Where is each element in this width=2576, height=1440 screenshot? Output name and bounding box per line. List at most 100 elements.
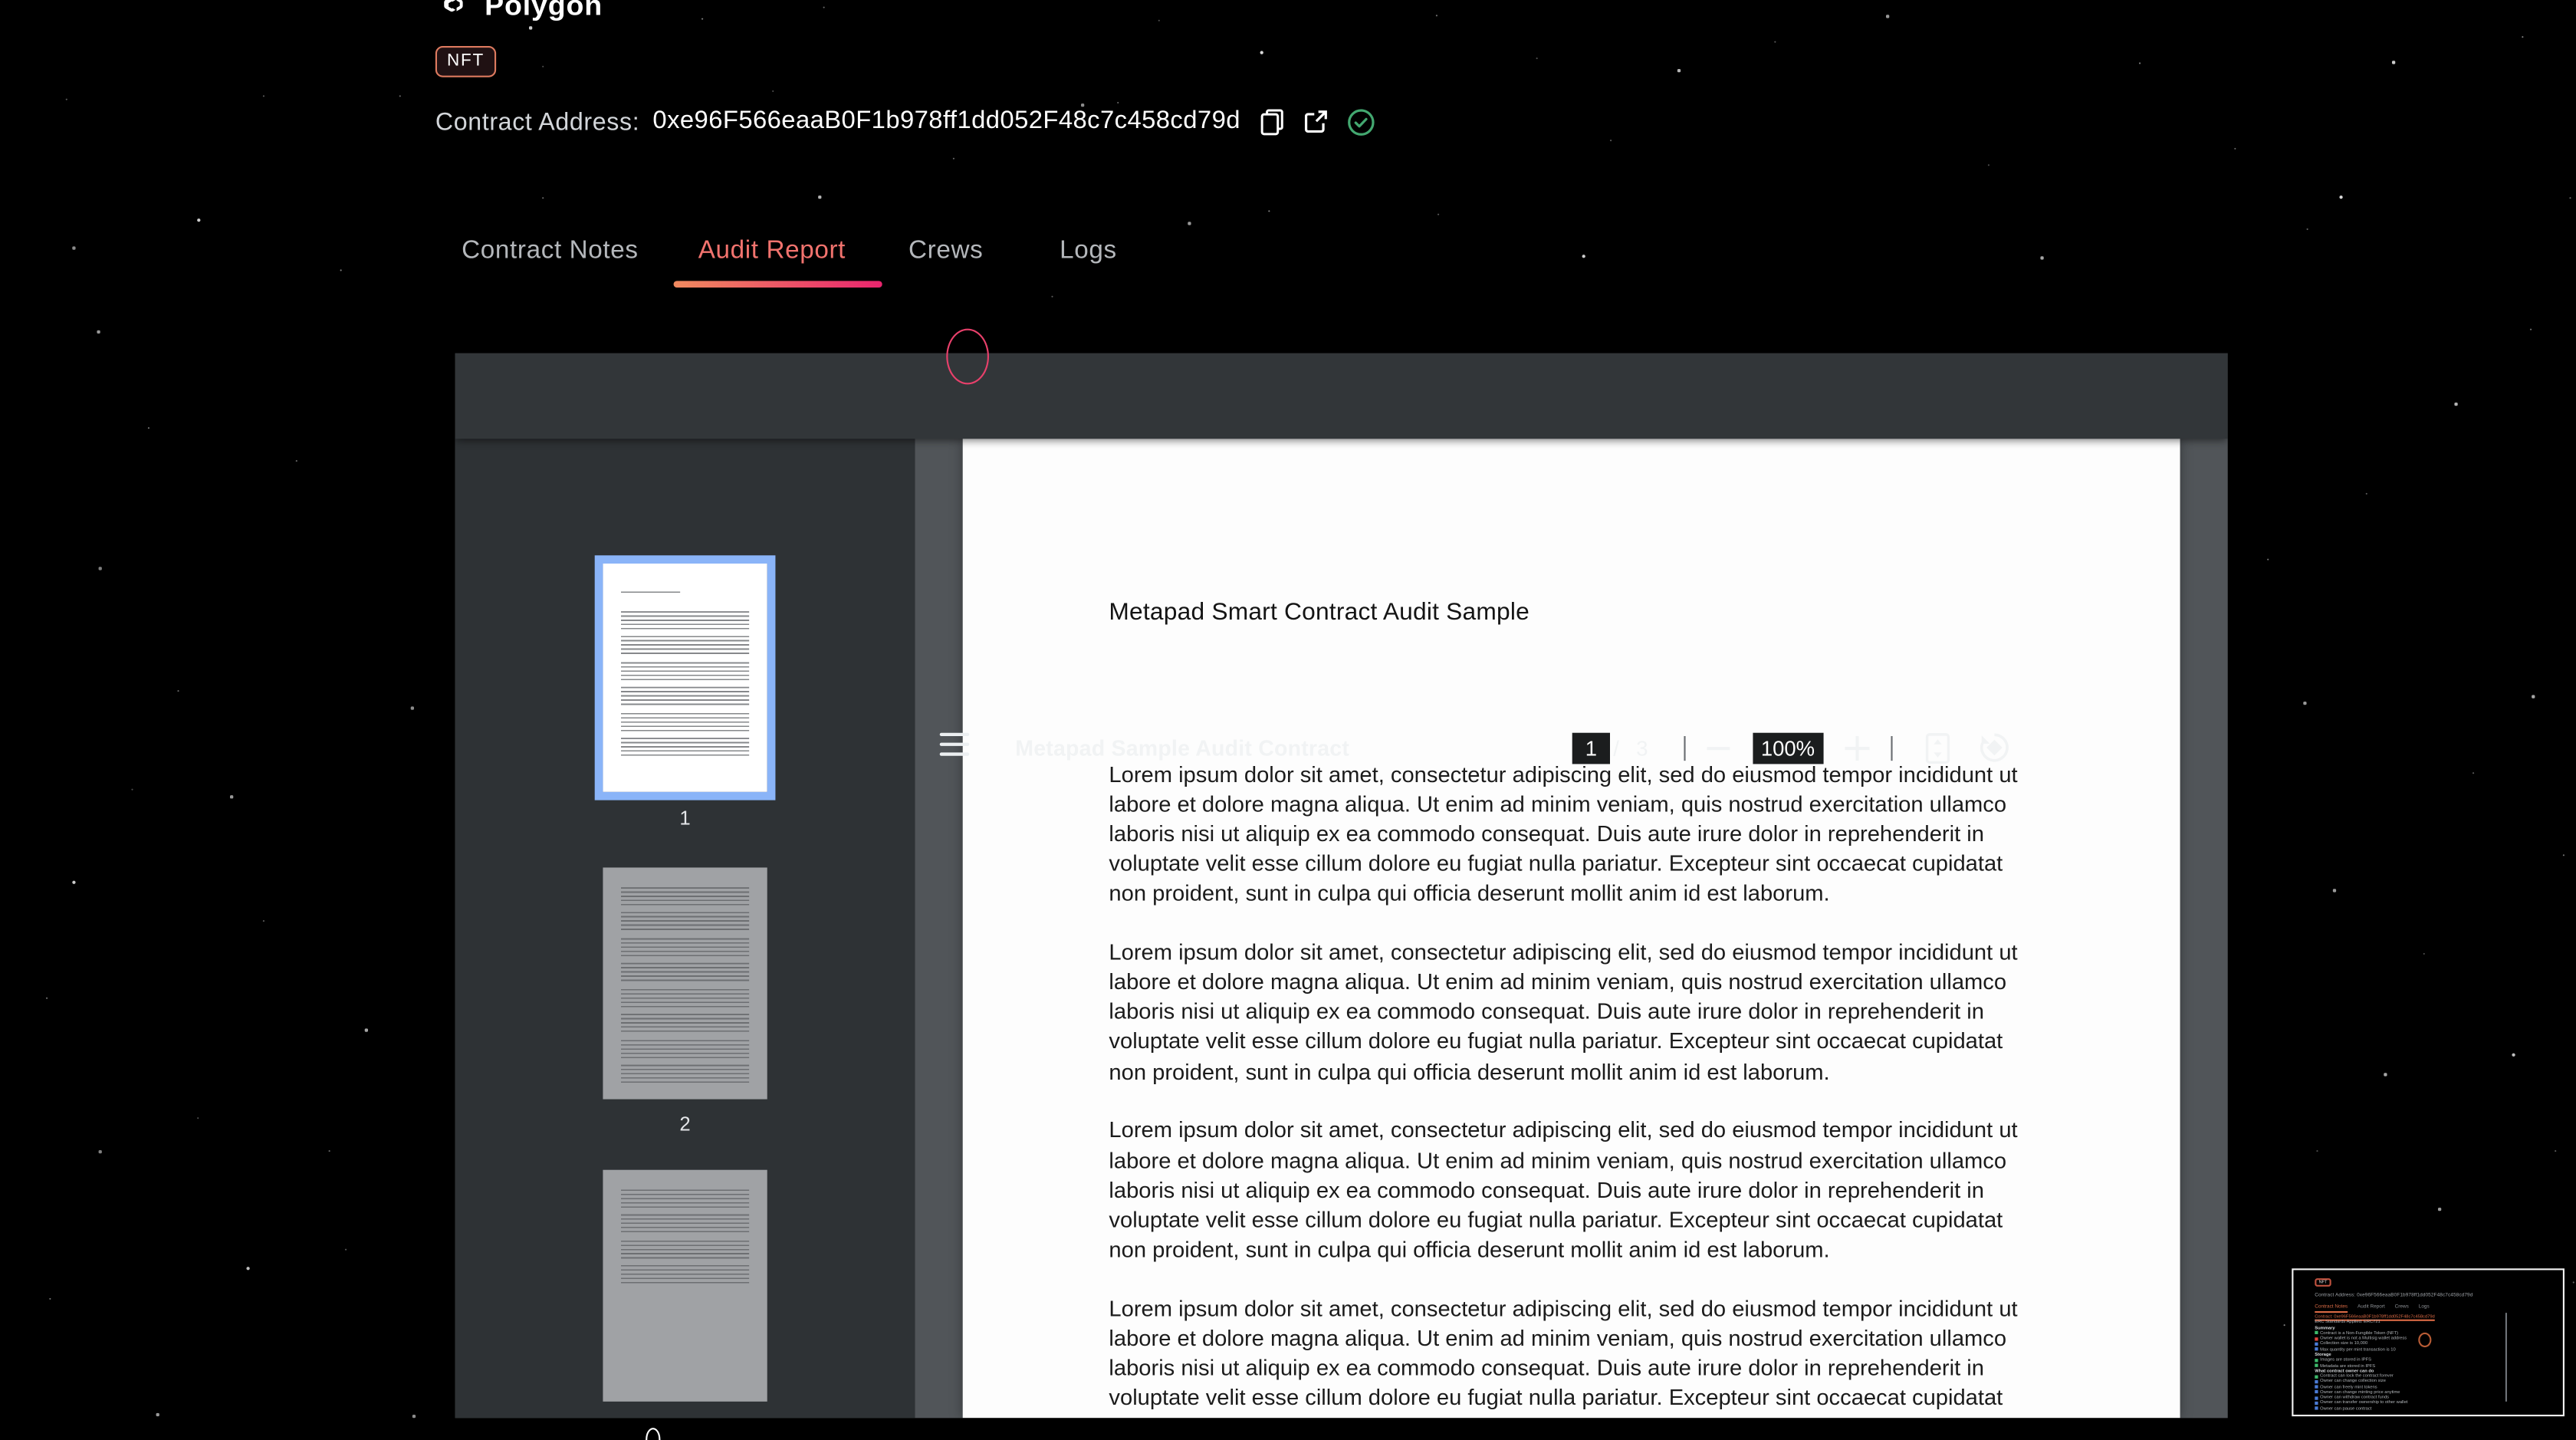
paragraph: Lorem ipsum dolor sit amet, consectetur … xyxy=(1109,1296,2018,1419)
star xyxy=(399,95,401,97)
document-title: Metapad Smart Contract Audit Sample xyxy=(1109,599,1530,626)
star xyxy=(197,218,201,222)
star xyxy=(2569,197,2571,199)
page: Polygon NFT Contract Address: 0xe96F566e… xyxy=(0,0,2576,1440)
star xyxy=(2384,1073,2387,1076)
star xyxy=(131,788,133,791)
minimap-tabs: Contract Notes Audit Report Crews Logs xyxy=(2315,1303,2430,1313)
pdf-title: Metapad Sample Audit Contract xyxy=(1015,735,1350,761)
star xyxy=(1774,41,1776,43)
minimap-row: Owner can change collection size xyxy=(2315,1379,2434,1384)
star xyxy=(1117,101,1119,104)
star xyxy=(2391,61,2395,64)
star xyxy=(177,689,179,692)
network-row: Polygon xyxy=(435,0,603,25)
thumbnail-page-1[interactable] xyxy=(594,554,776,800)
contract-address-label: Contract Address: xyxy=(435,107,640,136)
minimap-bullet xyxy=(2315,1396,2318,1399)
network-name: Polygon xyxy=(485,0,603,21)
tab-contract-notes[interactable]: Contract Notes xyxy=(462,237,698,267)
tab-logs[interactable]: Logs xyxy=(1060,237,1158,267)
zoom-out-icon[interactable] xyxy=(1707,745,1730,750)
annotation-circle-pink xyxy=(946,327,989,384)
external-link-icon[interactable] xyxy=(1303,108,1329,134)
star xyxy=(1609,140,1612,142)
page-total: 3 xyxy=(1636,735,1648,761)
minimap-bullet xyxy=(2315,1401,2318,1405)
star xyxy=(65,98,67,100)
toolbar-divider xyxy=(1891,735,1893,761)
minimap-preview[interactable]: NFT Contract Address: 0xe96F566eaaB0F1b9… xyxy=(2292,1267,2564,1416)
star xyxy=(818,195,821,199)
star xyxy=(2283,1324,2285,1327)
minimap-row: Owner can transfer ownership to other wa… xyxy=(2315,1400,2434,1405)
thumbnail-label-1: 1 xyxy=(679,806,691,830)
menu-icon[interactable] xyxy=(939,732,970,755)
star xyxy=(542,197,544,199)
paragraph: Lorem ipsum dolor sit amet, consectetur … xyxy=(1109,761,2018,906)
minimap-bullet xyxy=(2315,1342,2318,1346)
minimap-bullet xyxy=(2315,1385,2318,1389)
zoom-in-icon[interactable] xyxy=(1845,735,1870,761)
minimap-row: Owner can change minting price anytime xyxy=(2315,1389,2434,1395)
star xyxy=(2555,1149,2557,1152)
page-number-input[interactable]: 1 xyxy=(1572,732,1610,764)
tab-audit-report[interactable]: Audit Report xyxy=(698,237,909,267)
star xyxy=(2472,772,2475,774)
star xyxy=(246,1267,250,1271)
star xyxy=(2522,36,2524,38)
minimap-bullet xyxy=(2315,1358,2318,1362)
zoom-level[interactable]: 100% xyxy=(1753,732,1823,764)
star xyxy=(229,795,233,798)
thumbnail-label-2: 2 xyxy=(679,1111,691,1135)
copy-icon[interactable] xyxy=(1260,107,1285,135)
star xyxy=(952,157,955,159)
star xyxy=(97,330,100,333)
star xyxy=(72,880,76,884)
star xyxy=(646,1428,661,1440)
minimap-row: Summary xyxy=(2315,1325,2335,1330)
nft-badge: NFT xyxy=(435,44,497,77)
minimap-bullet xyxy=(2315,1379,2318,1383)
star xyxy=(295,459,297,462)
paragraph: Lorem ipsum dolor sit amet, consectetur … xyxy=(1109,1118,2018,1262)
star xyxy=(262,919,264,922)
minimap-scrollbar xyxy=(2504,1312,2507,1401)
star xyxy=(412,1414,416,1418)
star xyxy=(2332,889,2336,892)
star xyxy=(2303,701,2306,705)
minimap-bullet xyxy=(2315,1374,2318,1378)
minimap-row: ERC Standards Applied: ERC721 xyxy=(2315,1320,2380,1325)
document-area[interactable]: Metapad Smart Contract Audit Sample Lore… xyxy=(915,438,2228,1419)
star xyxy=(2306,228,2308,230)
pdf-toolbar xyxy=(455,352,2228,439)
star xyxy=(340,269,342,271)
star xyxy=(1536,57,1538,60)
star xyxy=(1268,210,1270,212)
minimap-row: Owner can freely mint tokens xyxy=(2315,1384,2434,1389)
thumbnail-page-2[interactable] xyxy=(603,866,767,1099)
star xyxy=(2437,1207,2441,1211)
minimap-bullet xyxy=(2315,1347,2318,1351)
contract-address-row: Contract Address: 0xe96F566eaaB0F1b978ff… xyxy=(435,105,1375,138)
star xyxy=(2572,1281,2574,1284)
minimap-bullet xyxy=(2315,1390,2318,1394)
star xyxy=(2040,256,2043,259)
star xyxy=(528,26,532,29)
star xyxy=(2532,695,2535,698)
fit-page-icon[interactable] xyxy=(1925,732,1950,764)
minimap-row: Max quantity per mint transaction is 10 xyxy=(2315,1346,2434,1352)
star xyxy=(2365,492,2367,495)
minimap-row: Owner can pause contract xyxy=(2315,1405,2434,1411)
star xyxy=(364,1028,367,1031)
tab-crews[interactable]: Crews xyxy=(909,237,1060,267)
rotate-ccw-icon[interactable] xyxy=(1978,730,2011,763)
thumbnail-page-3[interactable] xyxy=(603,1169,767,1401)
star xyxy=(1437,213,1440,215)
star xyxy=(262,95,264,97)
pdf-viewer: Metapad Sample Audit Contract 1 / 3 100% xyxy=(455,352,2228,1419)
star xyxy=(1158,19,1160,21)
minimap-annotation-circle xyxy=(2418,1331,2432,1347)
minimap-row: Images are stored in IPFS xyxy=(2315,1357,2434,1363)
star xyxy=(542,65,544,67)
